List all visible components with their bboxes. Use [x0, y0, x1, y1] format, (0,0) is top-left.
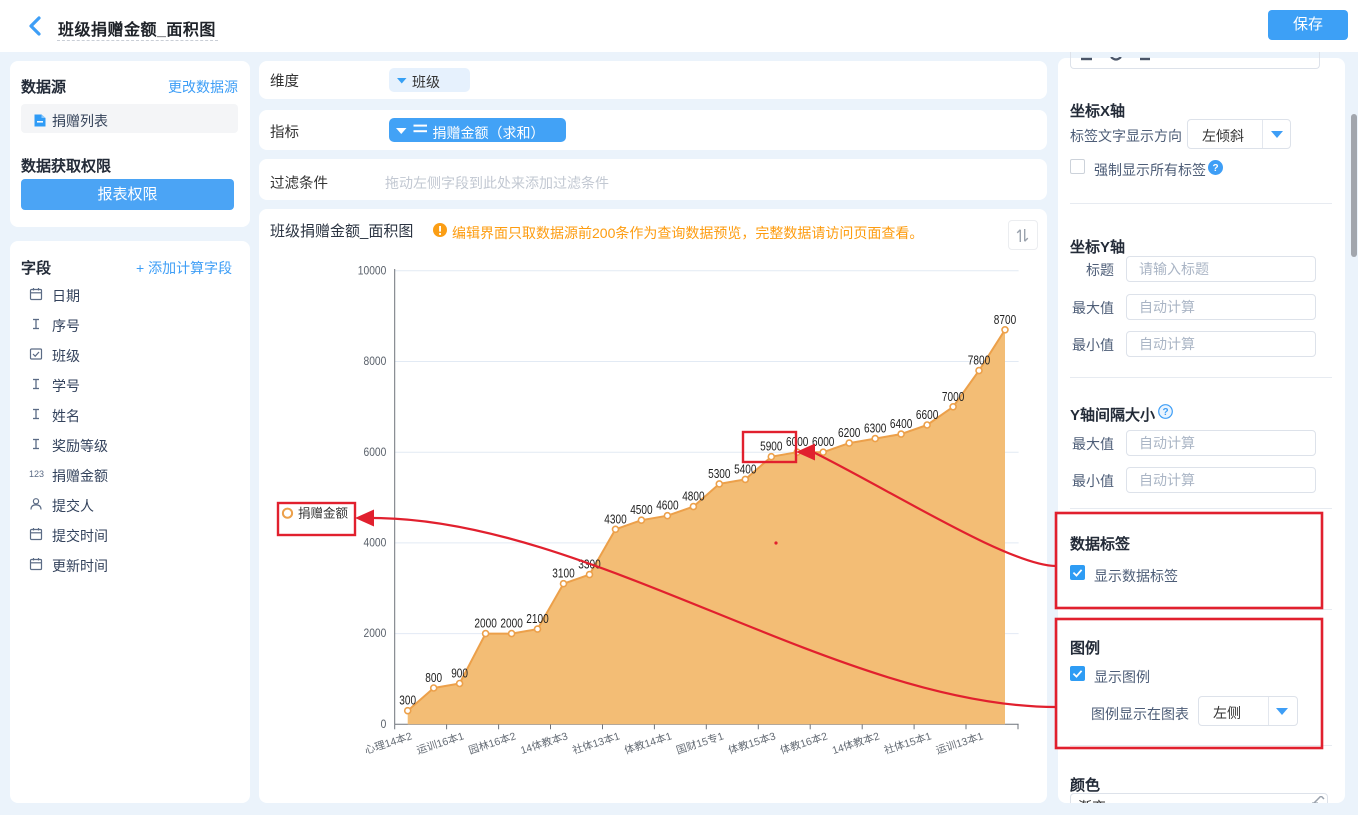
- svg-text:?: ?: [1212, 163, 1218, 174]
- svg-text:?: ?: [1162, 407, 1168, 418]
